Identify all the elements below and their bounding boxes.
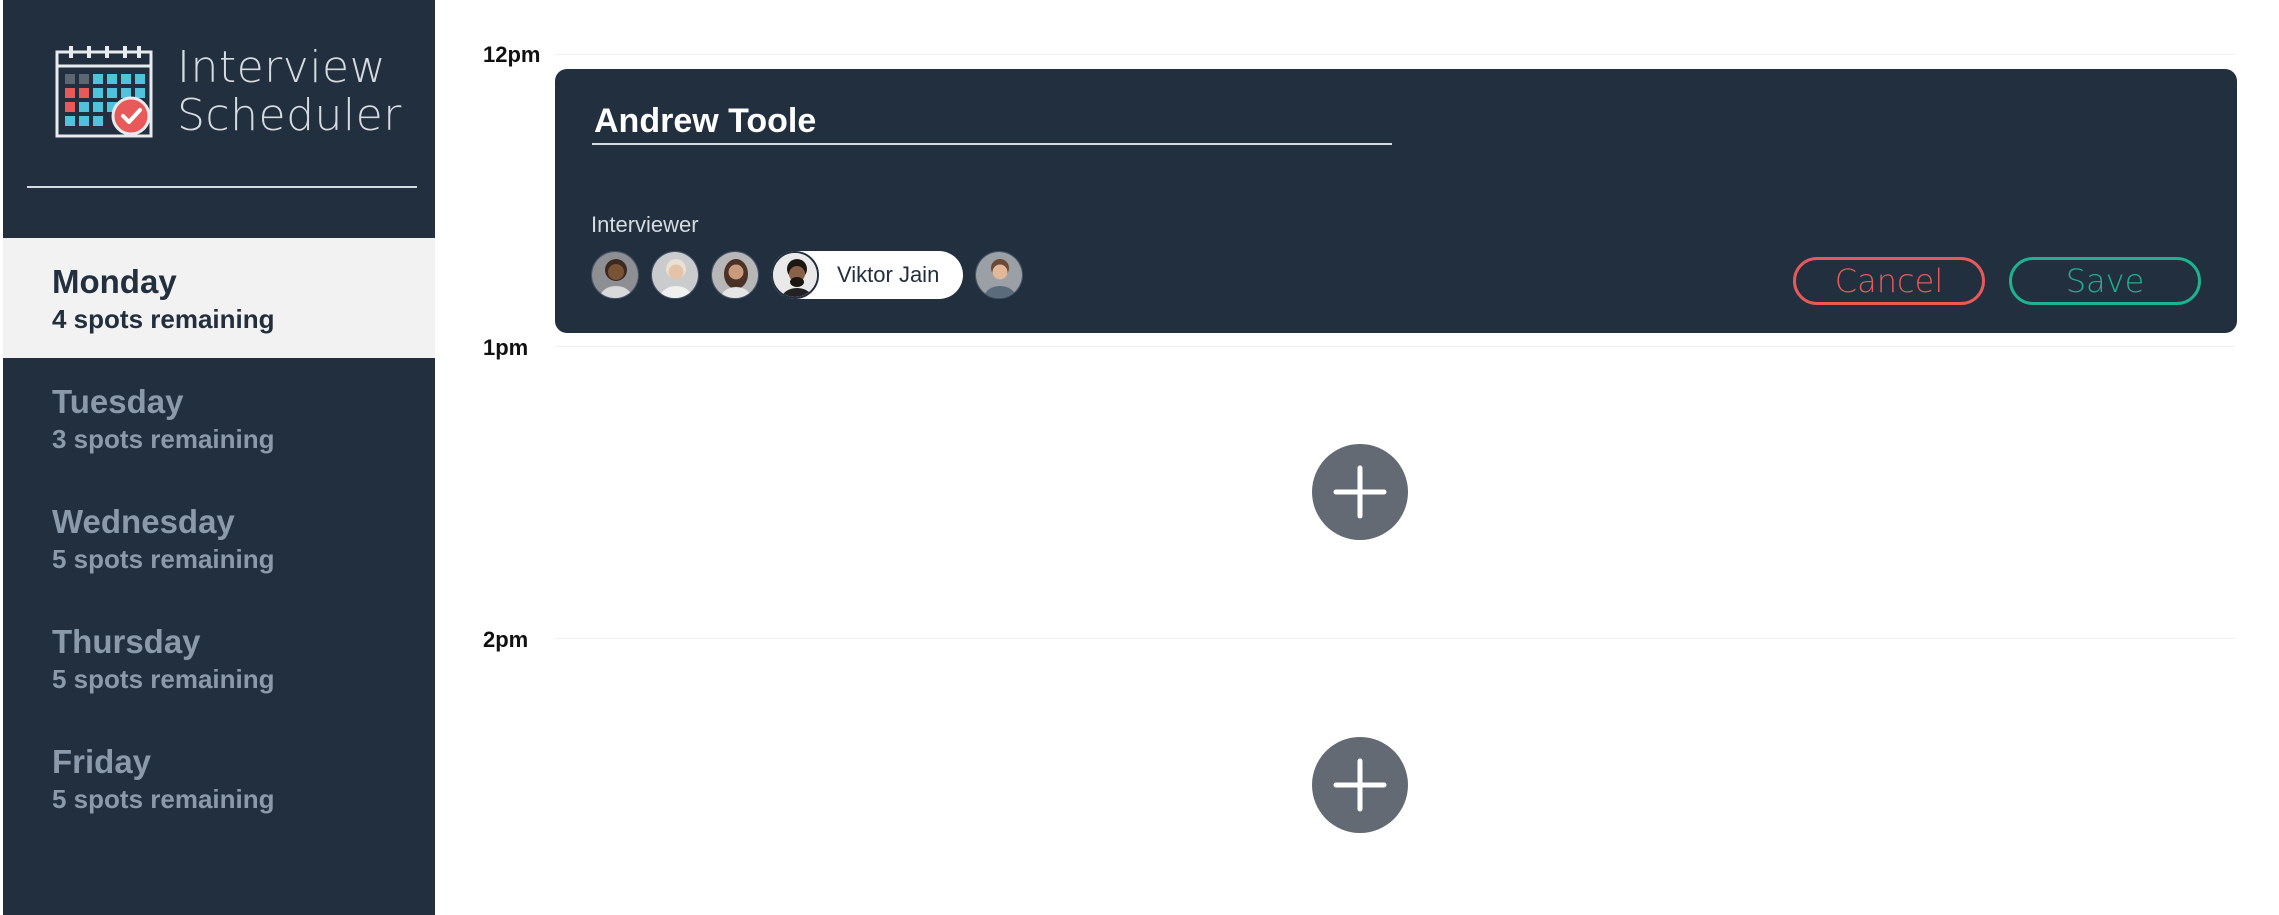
day-item-wednesday[interactable]: Wednesday 5 spots remaining — [3, 478, 435, 598]
plus-icon — [1333, 465, 1387, 519]
selected-interviewer-name: Viktor Jain — [837, 262, 940, 287]
appointment-form: Interviewer — [555, 69, 2237, 333]
interviewer-avatar[interactable] — [591, 251, 639, 299]
cancel-button[interactable]: Cancel — [1793, 257, 1985, 305]
time-label-2pm: 2pm — [483, 627, 529, 652]
sidebar: Interview Scheduler Monday 4 spots remai… — [0, 0, 435, 915]
avatar-icon — [712, 252, 758, 298]
day-spots: 5 spots remaining — [52, 784, 275, 814]
day-name: Monday — [52, 263, 177, 300]
time-label-1pm: 1pm — [483, 335, 529, 360]
time-divider — [555, 638, 2235, 639]
day-name: Thursday — [52, 623, 201, 660]
save-button[interactable]: Save — [2009, 257, 2201, 305]
day-item-thursday[interactable]: Thursday 5 spots remaining — [3, 598, 435, 718]
student-name-input[interactable] — [592, 99, 1392, 145]
sidebar-divider — [27, 186, 417, 188]
day-spots: 5 spots remaining — [52, 544, 275, 574]
day-spots: 5 spots remaining — [52, 664, 275, 694]
time-divider — [555, 346, 2235, 347]
day-name: Tuesday — [52, 383, 184, 420]
app-logo: Interview Scheduler — [55, 44, 402, 140]
add-appointment-button[interactable] — [1312, 737, 1408, 833]
time-divider — [555, 54, 2235, 55]
day-spots: 3 spots remaining — [52, 424, 275, 454]
interviewer-avatar[interactable] — [711, 251, 759, 299]
day-spots: 4 spots remaining — [52, 304, 275, 334]
day-item-friday[interactable]: Friday 5 spots remaining — [3, 718, 435, 838]
interviewer-avatar[interactable] — [651, 251, 699, 299]
day-item-tuesday[interactable]: Tuesday 3 spots remaining — [3, 358, 435, 478]
interviewer-avatar — [771, 251, 819, 299]
calendar-check-icon — [55, 46, 153, 138]
add-appointment-button[interactable] — [1312, 444, 1408, 540]
avatar-icon — [592, 252, 638, 298]
interviewer-list: Viktor Jain — [591, 251, 1035, 299]
avatar-icon — [976, 252, 1023, 298]
app-title-line2: Scheduler — [177, 90, 402, 141]
time-label-12pm: 12pm — [483, 42, 541, 67]
day-name: Friday — [52, 743, 152, 780]
plus-icon — [1333, 758, 1387, 812]
day-name: Wednesday — [52, 503, 235, 540]
app-title: Interview Scheduler — [177, 44, 402, 140]
avatar-icon — [773, 253, 817, 297]
avatar-icon — [652, 252, 698, 298]
app-title-line1: Interview — [177, 42, 387, 93]
interviewer-avatar[interactable] — [975, 251, 1024, 299]
selected-interviewer[interactable]: Viktor Jain — [771, 251, 964, 299]
day-list: Monday 4 spots remaining Tuesday 3 spots… — [3, 238, 435, 838]
interviewer-label: Interviewer — [591, 212, 699, 237]
day-item-monday[interactable]: Monday 4 spots remaining — [3, 238, 435, 358]
